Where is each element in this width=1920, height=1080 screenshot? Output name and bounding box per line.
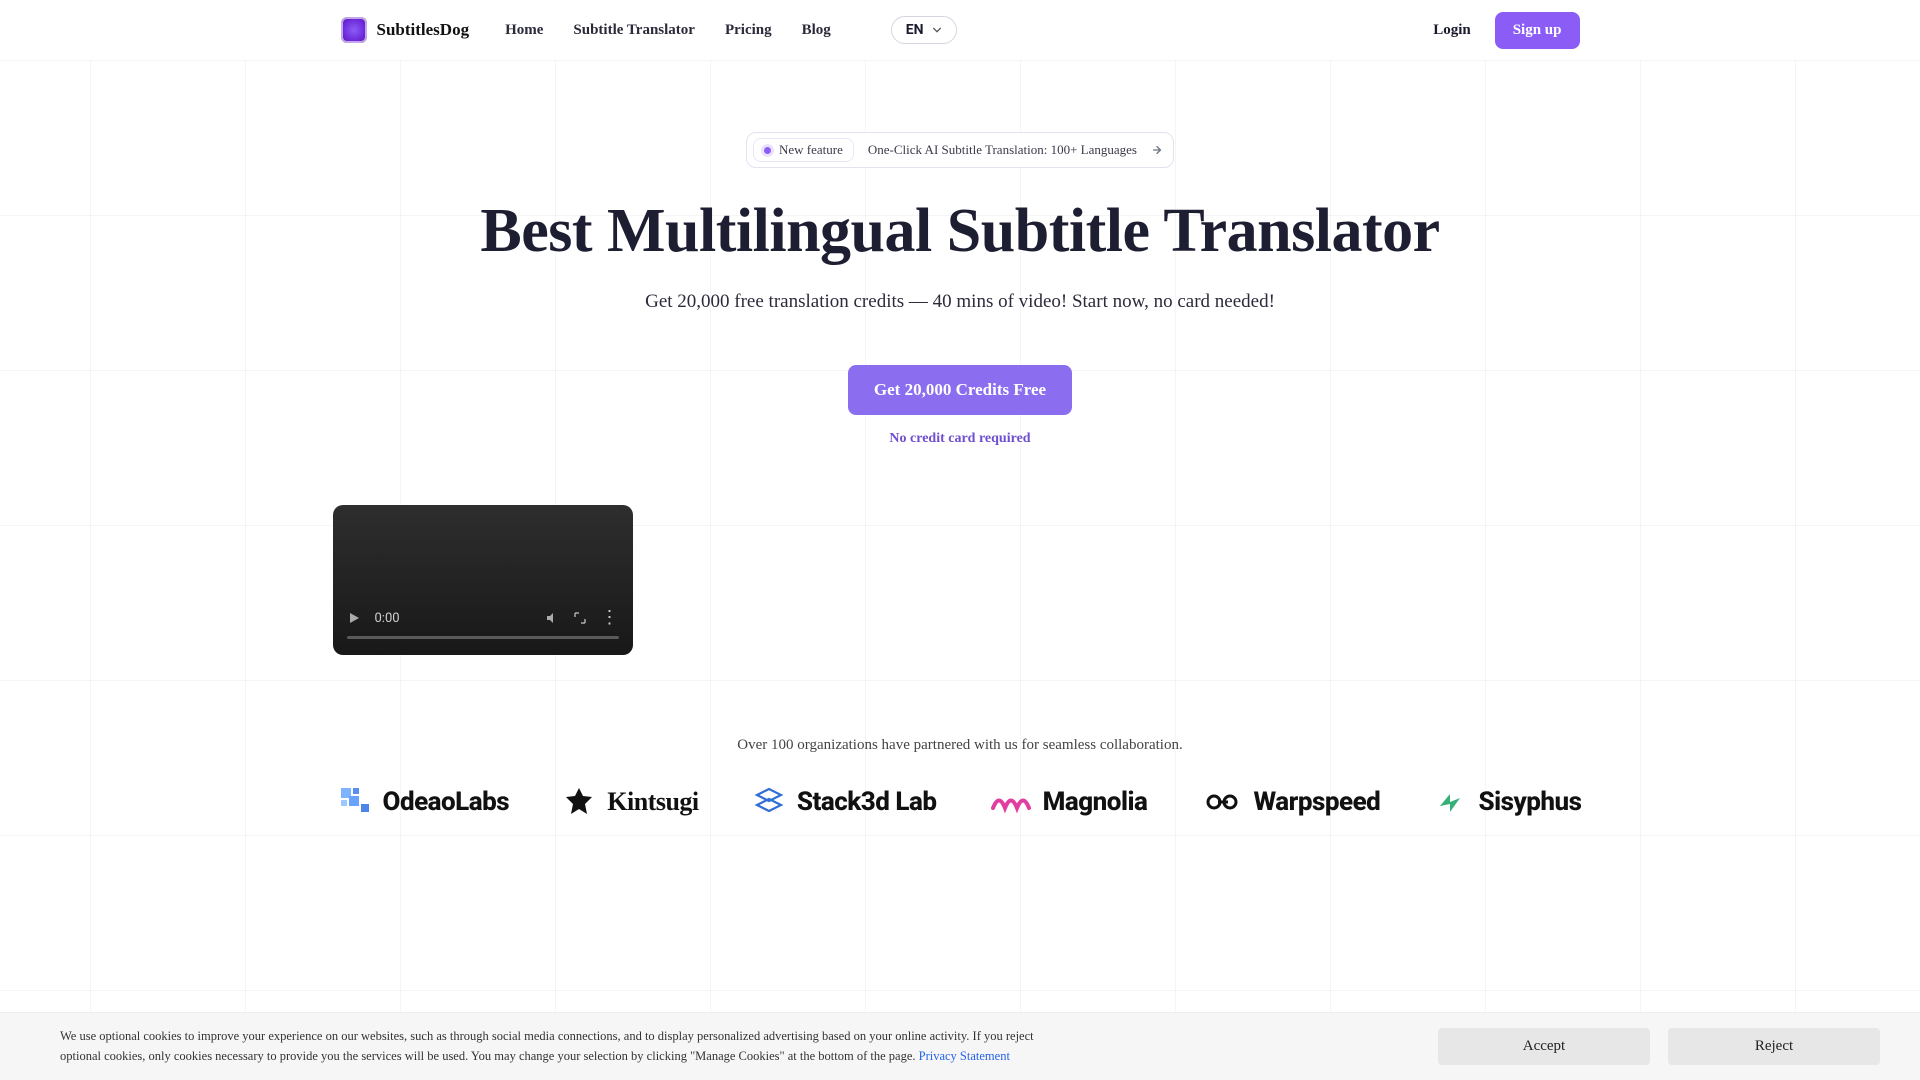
partner-logo-label: Kintsugi (607, 787, 698, 817)
feature-badge-pill-text: New feature (779, 142, 843, 158)
cookie-body: We use optional cookies to improve your … (60, 1029, 1034, 1062)
partner-logo-label: OdeaoLabs (383, 787, 510, 817)
partner-logo-label: Magnolia (1043, 787, 1148, 817)
cookie-text: We use optional cookies to improve your … (60, 1027, 1040, 1066)
feature-badge-pill: New feature (753, 138, 854, 162)
partner-logos: OdeaoLabs Kintsugi Stack3d Lab Magnolia (333, 786, 1588, 818)
brand[interactable]: SubtitlesDog (341, 17, 470, 43)
video-progress[interactable] (347, 636, 619, 639)
arrow-right-icon (1151, 144, 1163, 156)
hero-subtitle: Get 20,000 free translation credits — 40… (333, 291, 1588, 313)
partner-logo-magnolia: Magnolia (991, 787, 1148, 817)
nav-link-subtitle-translator[interactable]: Subtitle Translator (573, 22, 695, 39)
video-more-icon[interactable]: ⋮ (601, 609, 619, 627)
privacy-link[interactable]: Privacy Statement (919, 1049, 1010, 1063)
partner-logo-label: Stack3d Lab (797, 787, 937, 817)
sisyphus-icon (1434, 786, 1466, 818)
video-player[interactable]: 0:00 ⋮ (333, 505, 633, 655)
pulse-dot-icon (764, 147, 771, 154)
fullscreen-icon[interactable] (573, 611, 587, 625)
nav-link-pricing[interactable]: Pricing (725, 22, 772, 39)
cookie-accept-button[interactable]: Accept (1438, 1028, 1650, 1065)
language-select[interactable]: EN (891, 16, 957, 44)
partner-logo-label: Warpspeed (1254, 787, 1381, 817)
brand-name: SubtitlesDog (377, 20, 470, 40)
cookie-banner: We use optional cookies to improve your … (0, 1012, 1920, 1080)
partner-logo-kintsugi: Kintsugi (563, 786, 698, 818)
top-nav: SubtitlesDog Home Subtitle Translator Pr… (333, 0, 1588, 60)
video-time: 0:00 (375, 611, 400, 626)
stackedlab-icon (753, 786, 785, 818)
hero: New feature One-Click AI Subtitle Transl… (333, 60, 1588, 818)
chevron-down-icon (932, 25, 942, 35)
cta-note: No credit card required (333, 431, 1588, 447)
brand-logo-icon (341, 17, 367, 43)
warpspeed-icon (1202, 792, 1242, 812)
play-icon[interactable] (347, 611, 361, 625)
partner-logo-label: Sisyphus (1478, 787, 1581, 817)
partner-logo-odeaolabs: OdeaoLabs (339, 786, 510, 818)
odeaolabs-icon (339, 786, 371, 818)
partner-logo-warpspeed: Warpspeed (1202, 787, 1381, 817)
partners-text: Over 100 organizations have partnered wi… (333, 737, 1588, 754)
signup-button[interactable]: Sign up (1495, 12, 1580, 49)
feature-badge[interactable]: New feature One-Click AI Subtitle Transl… (746, 132, 1174, 168)
partner-logo-sisyphus: Sisyphus (1434, 786, 1581, 818)
nav-link-home[interactable]: Home (505, 22, 543, 39)
feature-badge-text: One-Click AI Subtitle Translation: 100+ … (868, 142, 1137, 158)
nav-link-blog[interactable]: Blog (802, 22, 831, 39)
volume-icon[interactable] (545, 611, 559, 625)
magnolia-icon (991, 790, 1031, 814)
kintsugi-icon (563, 786, 595, 818)
cookie-reject-button[interactable]: Reject (1668, 1028, 1880, 1065)
nav-links: Home Subtitle Translator Pricing Blog EN (505, 16, 956, 44)
cta-button[interactable]: Get 20,000 Credits Free (848, 365, 1072, 415)
language-value: EN (906, 22, 924, 38)
hero-title: Best Multilingual Subtitle Translator (333, 196, 1588, 267)
login-link[interactable]: Login (1433, 22, 1471, 39)
partner-logo-stackedlab: Stack3d Lab (753, 786, 937, 818)
